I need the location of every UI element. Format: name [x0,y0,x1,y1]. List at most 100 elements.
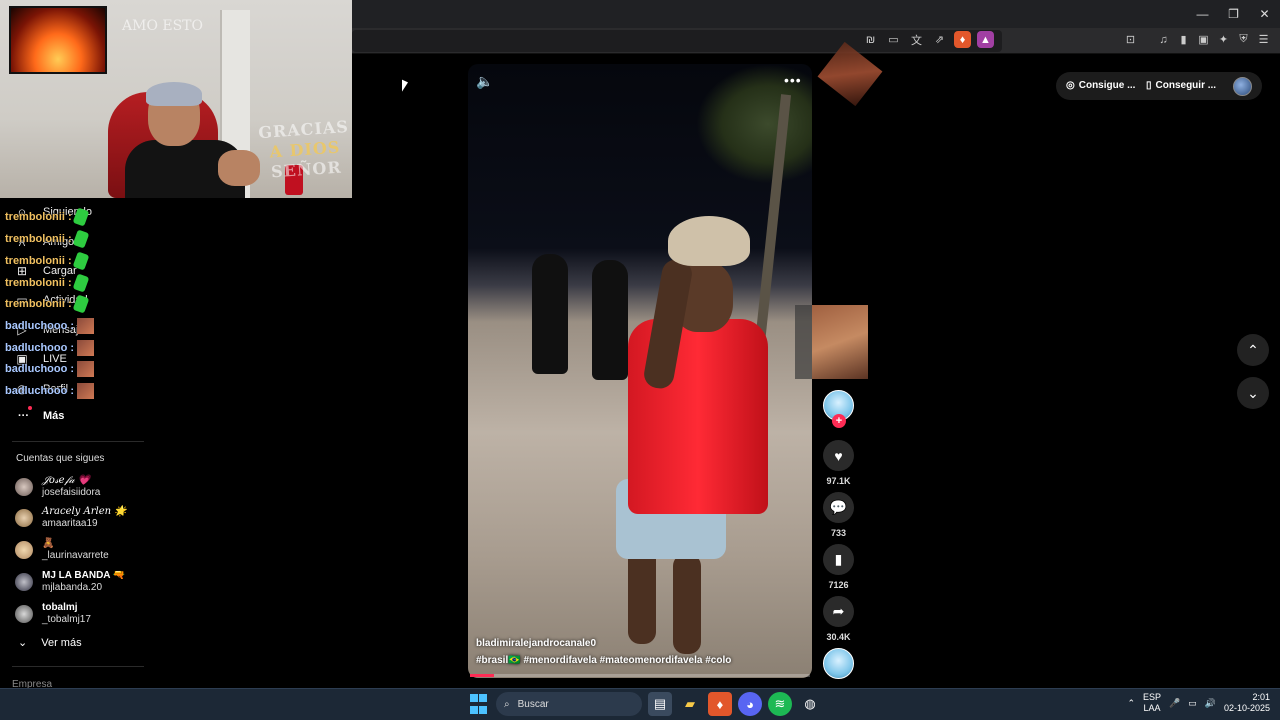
emote-icon [77,383,95,399]
avatar [15,541,33,559]
brave-shields-icon[interactable]: ♦ [954,31,971,48]
media-icon[interactable]: ♫ [1155,31,1172,48]
translate-icon[interactable]: 文 [908,31,925,48]
task-view-icon[interactable]: ▤ [648,692,672,716]
screenshot-icon[interactable]: ⊡ [1122,31,1139,48]
search-icon: ⌕ [504,698,510,710]
chat-message: badluchooo : [5,340,95,356]
vpn-icon[interactable]: ⛨ [1235,31,1252,48]
streamer-hair [146,82,202,106]
tray-overflow-icon[interactable]: ⌃ [1127,698,1135,709]
taskbar-search[interactable]: ⌕ Buscar [496,692,642,716]
language-code: ESP [1142,692,1161,702]
previous-video-button[interactable]: ⌃ [1237,334,1269,366]
account-handle: _tobalmj17 [42,614,91,625]
avatar [15,478,33,496]
user-avatar[interactable] [1233,77,1252,96]
obs-icon[interactable]: ◍ [798,692,822,716]
get-coins-label: Consigue ... [1078,80,1136,91]
account-handle: mjlabanda.20 [42,582,103,593]
mouse-cursor [402,79,408,95]
brave-rewards-icon[interactable]: ▲ [977,31,994,48]
brave-browser-icon[interactable]: ♦ [708,692,732,716]
chat-message: trembolonii : [5,229,89,249]
reader-icon[interactable]: ₪ [862,31,879,48]
following-account[interactable]: tobalmj _tobalmj17 [15,602,91,626]
share-button[interactable]: ➦ [823,596,854,627]
following-account[interactable]: MJ LA BANDA 🔫 mjlabanda.20 [15,570,125,594]
language-indicator[interactable]: ESP LAA [1143,692,1161,714]
wall-sign: GRACIAS A DIOS SEÑOR [256,117,352,183]
see-more-button[interactable]: ⌄ Ver más [18,636,82,650]
following-account[interactable]: 🧸 _laurinavarrete [15,538,109,562]
see-more-label: Ver más [41,636,82,649]
account-name: 𝐴𝑟𝑎𝑐𝑒𝑙𝑦 𝐴𝑟𝑙𝑒𝑛 🌟 [42,506,127,517]
sidebar-more-button[interactable]: ··· Más [18,406,64,422]
start-windows-icon[interactable] [466,692,490,716]
account-text: MJ LA BANDA 🔫 mjlabanda.20 [42,570,125,594]
get-app-button[interactable]: ▯ Conseguir ... [1146,80,1216,91]
sidebar-icon[interactable]: ▮ [1175,31,1192,48]
chat-username: badluchooo : [5,385,75,397]
chevron-up-icon: ⌃ [1247,341,1259,358]
clock-date: 02-10-2025 [1223,703,1270,713]
comment-icon: 💬 [829,499,848,515]
like-button[interactable]: ♥ [823,440,854,471]
streamer-hands [218,150,260,186]
file-explorer-icon[interactable]: ▰ [678,692,702,716]
divider [12,441,144,442]
discord-icon[interactable]: ◕ [738,692,762,716]
video-player[interactable] [468,64,812,678]
account-text: 𝒥𝑜𝓈𝑒𝒻𝒶 💗 josefaisiidora [42,475,100,499]
close-button[interactable]: ✕ [1249,0,1280,28]
clock[interactable]: 2:01 02-10-2025 [1224,692,1270,714]
notification-dot [28,406,32,410]
more-dots-icon: ··· [18,406,32,422]
clock-time: 2:01 [1252,692,1270,702]
cast-icon[interactable]: ▭ [885,31,902,48]
network-icon[interactable]: ▭ [1188,698,1197,709]
url-icons: ₪ ▭ 文 ⇗ ♦ ▲ [862,31,994,48]
chevron-down-icon: ⌄ [1247,384,1259,401]
spotify-icon[interactable]: ≋ [768,692,792,716]
get-coins-button[interactable]: ◎ Consigue ... [1066,80,1135,91]
microphone-icon[interactable]: 🎤 [1169,698,1180,709]
toolbar-right: ⊡ ♫ ▮ ▣ ✦ ⛨ ☰ [1122,31,1272,48]
video-progress-bar[interactable] [470,674,810,677]
follow-plus-icon[interactable]: + [832,414,846,428]
save-count: 7126 [828,580,849,590]
video-hashtags[interactable]: #brasil🇧🇷 #menordifavela #mateomenordifa… [476,655,731,666]
more-options-icon[interactable]: ••• [784,72,802,88]
minimize-button[interactable]: — [1187,0,1218,28]
menu-icon[interactable]: ☰ [1255,31,1272,48]
volume-icon[interactable]: 🔈 [476,73,493,89]
share-count: 30.4K [826,632,851,642]
taskbar-search-label: Buscar [517,698,549,710]
maximize-button[interactable]: ❐ [1218,0,1249,28]
keyboard-layout: LAA [1143,703,1161,713]
chat-message: badluchooo : [5,361,95,377]
wallet-icon[interactable]: ▣ [1195,31,1212,48]
speaker-icon[interactable]: 🔊 [1205,698,1216,709]
chat-username: trembolonii : [5,211,72,223]
emote-overlay-shadow [795,305,813,379]
like-count: 97.1K [826,476,851,486]
chat-message: badluchooo : [5,318,95,334]
leo-icon[interactable]: ✦ [1215,31,1232,48]
boy-leg-left [628,544,656,644]
divider [12,666,144,667]
chat-username: badluchooo : [5,320,75,332]
heart-icon: ♥ [834,447,843,464]
share-icon[interactable]: ⇗ [931,31,948,48]
video-author[interactable]: bladimiralejandrocanale0 [476,638,596,649]
comment-button[interactable]: 💬 [823,492,854,523]
save-button[interactable]: ▮ [823,544,854,575]
account-name: 𝒥𝑜𝓈𝑒𝒻𝒶 💗 [42,475,91,486]
following-account[interactable]: 𝐴𝑟𝑎𝑐𝑒𝑙𝑦 𝐴𝑟𝑙𝑒𝑛 🌟 amaaritaa19 [15,506,127,530]
wall-scribble: AMO ESTO [122,18,203,34]
next-video-button[interactable]: ⌄ [1237,377,1269,409]
following-account[interactable]: 𝒥𝑜𝓈𝑒𝒻𝒶 💗 josefaisiidora [15,475,100,499]
music-disc-icon[interactable] [823,648,854,679]
chat-username: trembolonii : [5,233,72,245]
account-handle: josefaisiidora [42,487,101,498]
